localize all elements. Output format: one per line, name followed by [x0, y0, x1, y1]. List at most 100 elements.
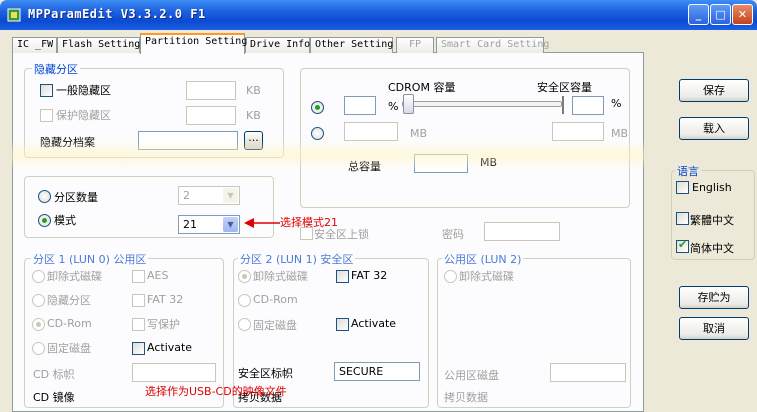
traditional-chinese-checkbox[interactable] [676, 212, 689, 225]
simplified-chinese-checkbox[interactable] [676, 238, 689, 253]
secure-percent-input[interactable] [572, 96, 604, 115]
pub-disk-input[interactable] [550, 363, 626, 382]
protect-hidden-checkbox[interactable] [40, 109, 53, 122]
tab-smart-card-setting[interactable]: Smart Card Setting [436, 37, 549, 53]
secure-capacity-label: 安全区容量 [537, 81, 592, 94]
general-hidden-size-input[interactable] [186, 81, 236, 100]
english-label: English [692, 181, 732, 194]
p1-write-protect-checkbox[interactable] [132, 318, 145, 331]
chevron-down-icon: ▼ [223, 188, 238, 203]
tab-flash-setting[interactable]: Flash Setting [57, 37, 140, 53]
partition-count-label: 分区数量 [54, 191, 98, 204]
pub-removable-radio[interactable] [444, 270, 457, 283]
percent-mode-radio[interactable] [311, 101, 324, 114]
p1-cd-label-input[interactable] [132, 363, 216, 382]
p2-secure-label-input[interactable]: SECURE [334, 362, 420, 381]
hidden-file-browse-button[interactable]: ... [244, 131, 263, 150]
p1-aes-label: AES [147, 269, 169, 282]
cancel-button[interactable]: 取消 [679, 317, 749, 340]
protect-hidden-size-input[interactable] [186, 106, 236, 125]
p2-secure-label-value: SECURE [339, 365, 384, 378]
partition-count-select[interactable]: 2 ▼ [178, 186, 240, 205]
secure-lock-label: 安全区上锁 [314, 228, 369, 241]
save-as-button[interactable]: 存贮为 [679, 286, 749, 309]
protect-hidden-unit: KB [246, 109, 261, 122]
simplified-chinese-label: 简体中文 [690, 242, 734, 255]
total-capacity-unit: MB [480, 156, 498, 169]
secure-mb-input[interactable] [552, 122, 604, 141]
window-title: MPParamEdit V3.3.2.0 F1 [28, 7, 206, 21]
general-hidden-unit: KB [246, 84, 261, 97]
p2-fixed-radio[interactable] [238, 318, 251, 331]
p1-cd-image-label: CD 镜像 [33, 391, 75, 404]
p2-activate-label: Activate [351, 317, 397, 330]
hidden-file-input[interactable] [138, 131, 238, 150]
general-hidden-label: 一般隐藏区 [56, 84, 111, 97]
p2-cdrom-label: CD-Rom [253, 293, 298, 306]
mode-select[interactable]: 21 ▼ [178, 215, 240, 234]
p2-secure-label-label: 安全区标帜 [238, 367, 293, 380]
partition-count-radio[interactable] [38, 190, 51, 203]
p2-removable-label: 卸除式磁碟 [253, 270, 308, 283]
password-label: 密码 [442, 228, 464, 241]
protect-hidden-label: 保护隐藏区 [56, 109, 111, 122]
mode-label: 模式 [54, 214, 76, 227]
traditional-chinese-label: 繁體中文 [690, 214, 734, 227]
p1-hidden-radio[interactable] [32, 294, 45, 307]
p1-aes-checkbox[interactable] [132, 270, 145, 283]
tab-drive-info[interactable]: Drive Info [245, 37, 310, 53]
english-checkbox[interactable] [676, 181, 689, 194]
capacity-slider-thumb[interactable] [403, 94, 414, 114]
language-legend: 语言 [675, 163, 701, 179]
p2-cdrom-radio[interactable] [238, 294, 251, 307]
pub-disk-label: 公用区磁盘 [444, 369, 499, 382]
p1-write-protect-label: 写保护 [147, 318, 180, 331]
general-hidden-checkbox[interactable] [40, 84, 53, 97]
p2-removable-radio[interactable] [238, 270, 251, 283]
close-button[interactable]: ✕ [732, 4, 753, 25]
secure-lock-checkbox[interactable] [300, 227, 313, 240]
p1-fixed-label: 固定磁盘 [47, 342, 91, 355]
cdrom-percent-input[interactable] [344, 96, 376, 115]
p1-activate-checkbox[interactable] [132, 342, 145, 355]
mb-mode-radio[interactable] [311, 127, 324, 140]
p2-activate-checkbox[interactable] [336, 318, 349, 331]
secure-mb-unit: MB [611, 127, 629, 140]
save-button[interactable]: 保存 [679, 79, 749, 102]
partition1-legend: 分区 1 (LUN 0) 公用区 [31, 251, 149, 267]
p1-activate-label: Activate [147, 341, 193, 354]
public-legend: 公用区 (LUN 2) [442, 251, 524, 267]
p1-cdrom-radio[interactable] [32, 318, 45, 331]
capacity-slider-track[interactable] [402, 101, 562, 107]
p1-fat32-checkbox[interactable] [132, 294, 145, 307]
p1-cd-label-label: CD 标帜 [33, 368, 75, 381]
capacity-slider-end [562, 96, 564, 114]
partition-count-value: 2 [183, 189, 190, 202]
p1-removable-radio[interactable] [32, 270, 45, 283]
app-icon [7, 8, 21, 22]
maximize-button[interactable]: □ [710, 4, 731, 25]
pub-removable-label: 卸除式磁碟 [459, 270, 514, 283]
p2-fat32-checkbox[interactable] [336, 270, 349, 283]
cdrom-percent-unit: % [388, 100, 399, 113]
cd-image-annotation: 选择作为USB-CD的映像文件 [145, 385, 287, 398]
password-input[interactable] [484, 222, 560, 241]
cdrom-mb-input[interactable] [344, 122, 398, 141]
minimize-button[interactable]: _ [688, 4, 709, 25]
tab-ic-fw[interactable]: IC _FW [12, 37, 57, 53]
total-capacity-input[interactable] [414, 154, 468, 173]
p1-removable-label: 卸除式磁碟 [47, 270, 102, 283]
total-capacity-label: 总容量 [348, 160, 381, 173]
hidden-file-label: 隐藏分档案 [40, 136, 95, 149]
p1-fixed-radio[interactable] [32, 342, 45, 355]
mode-radio[interactable] [38, 214, 51, 227]
tab-other-setting[interactable]: Other Setting [310, 37, 393, 53]
p1-fat32-label: FAT 32 [147, 293, 184, 306]
mode-value: 21 [183, 218, 197, 231]
pub-copy-label: 拷贝数据 [444, 391, 488, 404]
p2-fat32-label: FAT 32 [351, 269, 388, 282]
tab-fp[interactable]: FP [396, 37, 434, 53]
tab-partition-setting[interactable]: Partition Setting [140, 33, 247, 54]
p1-cdrom-label: CD-Rom [47, 317, 92, 330]
load-button[interactable]: 载入 [679, 117, 749, 140]
